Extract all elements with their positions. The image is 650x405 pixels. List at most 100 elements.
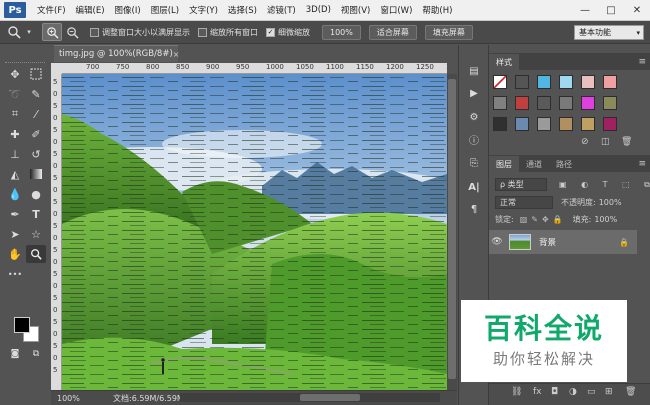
style-swatch[interactable] [603,75,617,89]
zoom-tool-icon[interactable] [26,245,46,263]
crop-tool-icon[interactable]: ⌗ [5,105,25,123]
close-button[interactable]: ✕ [624,0,650,21]
style-swatch[interactable] [537,96,551,110]
tab-channels[interactable]: 通道 [519,156,549,172]
scrollbar-thumb[interactable] [300,394,360,401]
eraser-tool-icon[interactable]: ◭ [5,165,25,183]
menu-layer[interactable]: 图层(L) [146,4,184,16]
style-swatch[interactable] [493,96,507,110]
fill-value[interactable]: 100% [594,215,617,224]
more-tools-icon[interactable]: ••• [5,265,25,283]
menu-filter[interactable]: 滤镜(T) [262,4,301,16]
history-brush-icon[interactable]: ↺ [26,145,46,163]
menu-3d[interactable]: 3D(D) [301,5,336,15]
panel-menu-icon[interactable]: ≡ [638,57,646,67]
style-swatch[interactable] [515,75,529,89]
style-swatch[interactable] [581,117,595,131]
style-swatch[interactable] [493,117,507,131]
info-panel-icon[interactable]: ⓘ [465,131,483,147]
fx-icon[interactable]: fx [533,387,542,397]
paragraph-panel-icon[interactable]: ¶ [465,201,483,217]
menu-edit[interactable]: 编辑(E) [71,4,110,16]
zoom-in-icon[interactable] [42,23,62,41]
clear-style-icon[interactable]: ⊘ [581,137,589,147]
blend-mode-select[interactable]: 正常 [495,196,553,209]
menu-view[interactable]: 视图(V) [336,4,375,16]
tab-styles[interactable]: 样式 [489,54,519,70]
scrollbar-thumb[interactable] [448,79,456,379]
quick-select-icon[interactable]: ✎ [26,85,46,103]
visibility-eye-icon[interactable]: 👁 [489,237,505,247]
zoom-all-windows-checkbox[interactable]: 缩放所有窗口 [198,27,258,38]
style-swatch[interactable] [603,96,617,110]
path-select-icon[interactable]: ➤ [5,225,25,243]
style-swatch[interactable] [603,117,617,131]
style-swatch[interactable] [559,117,573,131]
foreground-color-swatch[interactable] [14,317,30,333]
filter-icons[interactable]: ▣ ◐ T ⬚ ⧉ [559,180,650,190]
tab-layers[interactable]: 图层 [489,156,519,172]
style-swatch[interactable] [581,96,595,110]
menu-window[interactable]: 窗口(W) [375,4,417,16]
menu-help[interactable]: 帮助(H) [417,4,457,16]
dodge-tool-icon[interactable]: ● [26,185,46,203]
style-swatch[interactable] [537,75,551,89]
layer-kind-filter[interactable]: ρ 类型 [495,178,547,191]
horizontal-ruler[interactable]: 700 750 800 850 900 950 1000 1050 1100 1150 1200 12… [62,63,447,74]
brush-tool-icon[interactable]: ✐ [26,125,46,143]
style-swatch[interactable] [581,75,595,89]
style-swatch[interactable] [493,75,507,89]
minimize-button[interactable]: — [572,0,598,21]
close-tab-icon[interactable]: × [173,50,180,59]
blur-tool-icon[interactable]: 💧 [5,185,25,203]
menu-select[interactable]: 选择(S) [223,4,262,16]
zoom-tool-preset-icon[interactable] [4,23,24,41]
move-tool-icon[interactable]: ✥ [5,65,25,83]
fit-screen-button[interactable]: 适合屏幕 [368,24,417,40]
panel-menu-icon[interactable]: ≡ [638,159,646,169]
vertical-scrollbar[interactable] [447,74,457,390]
delete-layer-icon[interactable]: 🗑 [625,387,636,397]
link-layers-icon[interactable]: ⛓ [511,387,522,397]
healing-brush-icon[interactable]: ✚ [5,125,25,143]
tab-paths[interactable]: 路径 [549,156,579,172]
fill-screen-button[interactable]: 填充屏幕 [424,24,473,40]
zoom-out-icon[interactable] [62,23,82,41]
menu-file[interactable]: 文件(F) [32,4,71,16]
chevron-down-icon[interactable]: ▾ [24,23,34,41]
actions-panel-icon[interactable]: ▶ [465,85,483,101]
zoom-level[interactable]: 100% [51,394,85,403]
scrubby-zoom-checkbox[interactable]: ✓ 细微缩放 [266,27,310,38]
lock-icons[interactable]: ▨✎✥🔒 [520,215,567,224]
menu-image[interactable]: 图像(I) [110,4,146,16]
horizontal-scrollbar[interactable] [180,393,440,402]
new-group-icon[interactable]: ▭ [587,387,596,397]
properties-panel-icon[interactable]: ⚙ [465,109,483,125]
document-tab[interactable]: timg.jpg @ 100%(RGB/8#) × [54,45,180,62]
adjustment-layer-icon[interactable]: ◑ [569,387,577,397]
shape-tool-icon[interactable]: ☆ [26,225,46,243]
pen-tool-icon[interactable]: ✒ [5,205,25,223]
eyedropper-icon[interactable]: ⁄ [26,105,46,123]
style-swatch[interactable] [515,117,529,131]
menu-type[interactable]: 文字(Y) [184,4,223,16]
history-panel-icon[interactable]: ▤ [465,63,483,79]
lasso-tool-icon[interactable]: ➰ [5,85,25,103]
type-tool-icon[interactable]: T [26,205,46,223]
add-mask-icon[interactable]: ◘ [551,387,558,397]
ruler-origin[interactable] [51,63,62,74]
clone-stamp-icon[interactable]: ⊥ [5,145,25,163]
style-swatch[interactable] [559,96,573,110]
clone-source-icon[interactable]: ⎘ [465,155,483,171]
style-swatch[interactable] [537,117,551,131]
style-swatch[interactable] [515,96,529,110]
document-canvas[interactable] [62,74,447,390]
marquee-tool-icon[interactable] [26,65,46,83]
opacity-value[interactable]: 100% [599,198,622,207]
gradient-tool-icon[interactable] [26,165,46,183]
quick-mask-icon[interactable]: ◙ [5,345,25,363]
layer-background[interactable]: 👁 背景 🔒 [489,230,637,254]
hand-tool-icon[interactable]: ✋ [5,245,25,263]
maximize-button[interactable]: □ [598,0,624,21]
vertical-ruler[interactable]: 5 0 5 0 5 0 5 0 5 0 5 0 5 0 5 0 5 0 5 0 5 0 5 0 5 [51,74,62,390]
